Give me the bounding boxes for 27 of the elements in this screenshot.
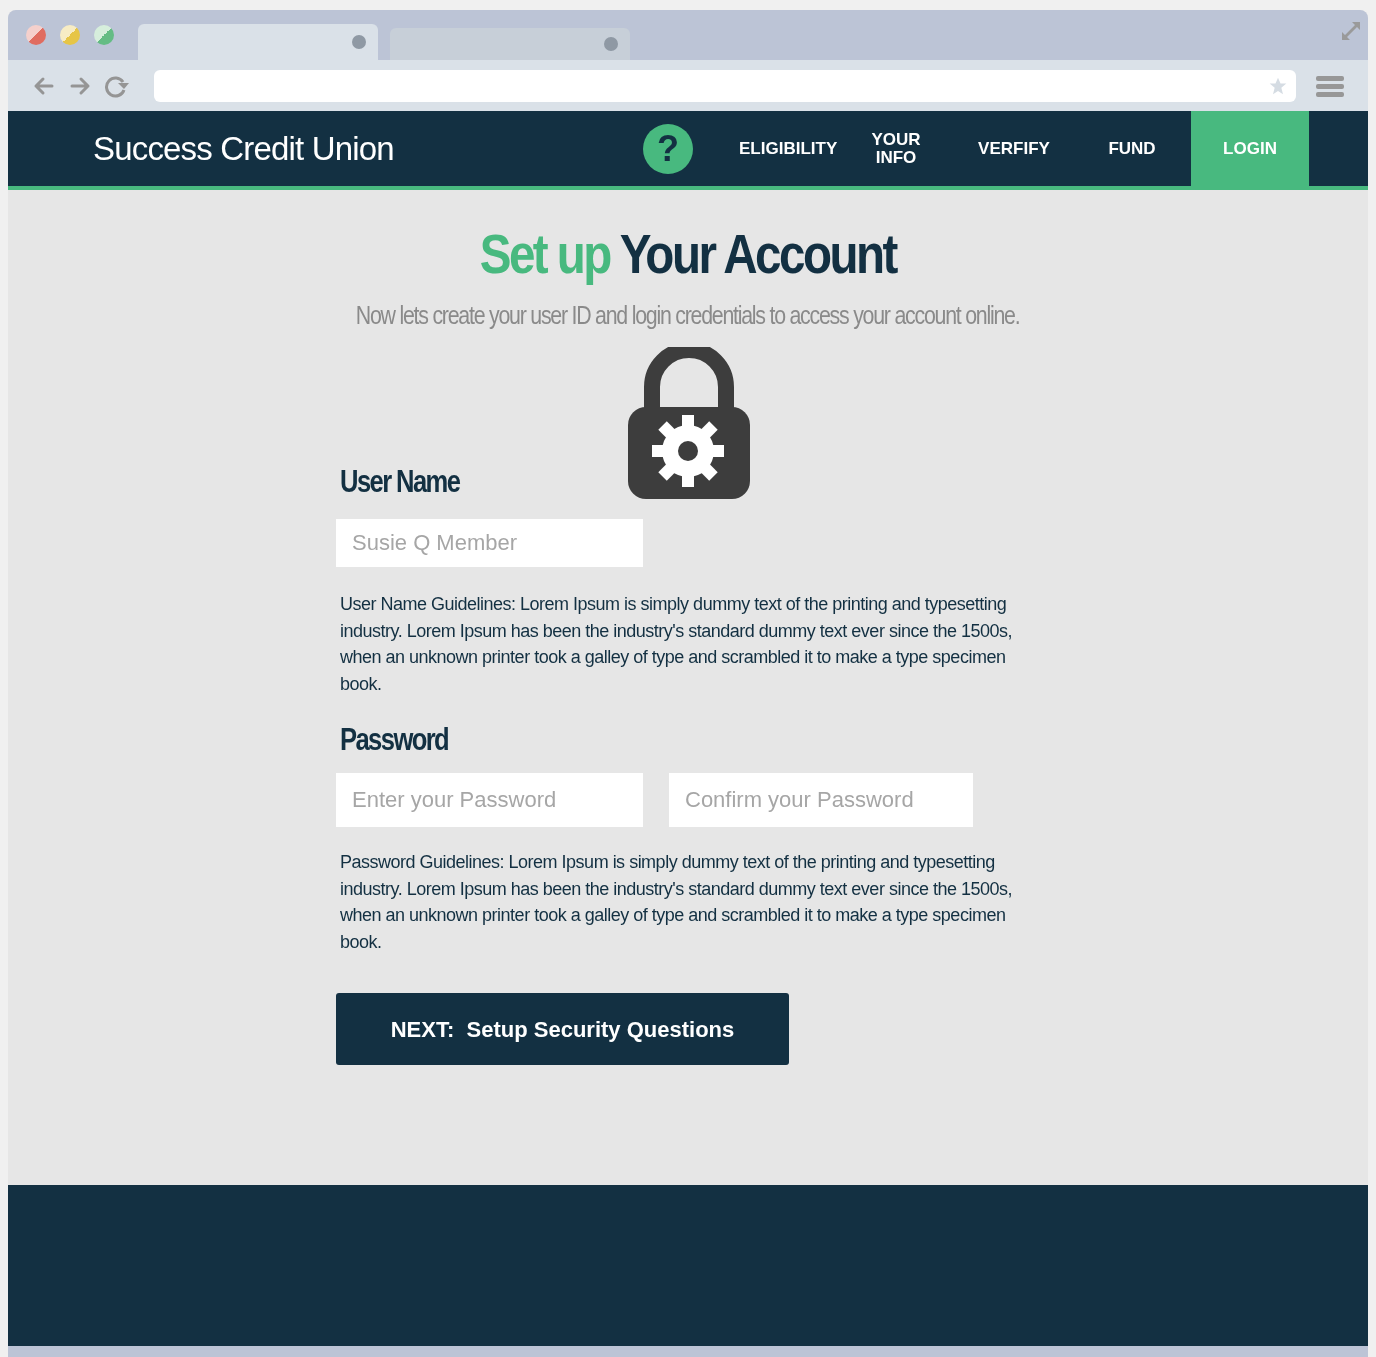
nav-tab[interactable]: ELIGIBILITY	[719, 111, 837, 186]
fullscreen-icon[interactable]	[1340, 20, 1362, 42]
reload-icon[interactable]	[104, 73, 130, 98]
close-window-icon[interactable]	[26, 25, 46, 45]
password-field[interactable]: Enter your Password	[336, 773, 643, 827]
nav-tab[interactable]: FUND	[1073, 111, 1191, 186]
username-guidelines: User Name Guidelines: Lorem Ipsum is simply dummy text of the printing and typesetting industry. Lorem Ipsum has been the industry's standard dummy text ever since the 1500s, when an unknown printer took a galley of type and scrambled it to make a type specimen book.	[340, 593, 1013, 696]
site-brand[interactable]: Success Credit Union	[93, 123, 394, 174]
browser-tab[interactable]	[390, 28, 630, 60]
nav-tab[interactable]: YOUR INFO	[837, 111, 955, 186]
section-heading: User Name	[340, 462, 460, 501]
help-button[interactable]: ?	[643, 123, 693, 174]
maximize-window-icon[interactable]	[94, 25, 114, 45]
username-field[interactable]: Susie Q Member	[336, 519, 643, 567]
browser-tab[interactable]	[138, 24, 378, 60]
next-button[interactable]: NEXT: Setup Security Questions	[336, 993, 789, 1065]
section-heading: Password	[340, 720, 449, 759]
tab-close-icon[interactable]	[604, 37, 618, 51]
tab-close-icon[interactable]	[352, 35, 366, 49]
page-subtitle: Now lets create your user ID and login credentials to access your account online.	[356, 299, 1020, 332]
nav-tab[interactable]: VERFIFY	[955, 111, 1073, 186]
password-guidelines: Password Guidelines: Lorem Ipsum is simply dummy text of the printing and typesetting industry. Lorem Ipsum has been the industry's standard dummy text ever since the 1500s, when an unknown printer took a galley of type and scrambled it to make a type specimen book.	[340, 851, 1013, 954]
address-bar[interactable]	[154, 69, 1296, 102]
minimize-window-icon[interactable]	[60, 25, 80, 45]
menu-icon[interactable]	[1316, 73, 1344, 98]
confirm-password-field[interactable]: Confirm your Password	[669, 773, 973, 827]
lock-gear-icon	[628, 347, 750, 499]
